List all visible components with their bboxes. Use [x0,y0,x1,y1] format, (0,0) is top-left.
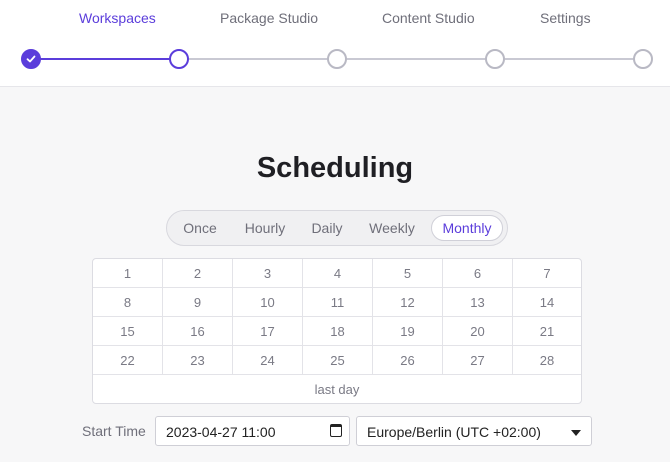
step-5[interactable] [633,49,653,69]
tab-package-studio[interactable]: Package Studio [220,10,318,26]
last-day-option[interactable]: last day [93,375,581,404]
timezone-select[interactable]: Europe/Berlin (UTC +02:00) [356,416,592,446]
step-2-current[interactable] [169,49,189,69]
day-cell[interactable]: 25 [303,346,373,375]
month-day-grid: 1 2 3 4 5 6 7 8 9 10 11 12 13 14 15 16 1… [92,258,582,404]
tab-content-studio[interactable]: Content Studio [382,10,475,26]
day-cell[interactable]: 9 [163,288,233,317]
frequency-selector: Once Hourly Daily Weekly Monthly [166,210,508,246]
day-cell[interactable]: 20 [443,317,513,346]
page-title: Scheduling [256,152,414,184]
step-3[interactable] [327,49,347,69]
start-time-input[interactable]: 2023-04-27 11:00 [155,416,350,446]
tab-settings[interactable]: Settings [540,10,591,26]
step-4[interactable] [485,49,505,69]
chevron-down-icon [571,430,581,436]
top-navigation: Workspaces Package Studio Content Studio… [0,0,670,87]
stepper-line [504,58,634,60]
frequency-weekly[interactable]: Weekly [359,215,425,241]
frequency-hourly[interactable]: Hourly [235,215,295,241]
stepper-line [188,58,328,60]
day-cell[interactable]: 3 [233,259,303,288]
day-cell[interactable]: 17 [233,317,303,346]
day-cell[interactable]: 2 [163,259,233,288]
day-cell[interactable]: 24 [233,346,303,375]
day-cell[interactable]: 23 [163,346,233,375]
day-cell[interactable]: 19 [373,317,443,346]
start-time-label: Start Time [82,423,146,439]
day-cell[interactable]: 21 [513,317,581,346]
day-cell[interactable]: 16 [163,317,233,346]
check-icon [26,55,36,63]
progress-stepper [0,48,670,70]
frequency-monthly[interactable]: Monthly [431,215,503,241]
calendar-icon[interactable] [330,424,342,437]
step-1-complete[interactable] [21,49,41,69]
day-cell[interactable]: 27 [443,346,513,375]
start-time-value: 2023-04-27 11:00 [166,424,276,440]
day-cell[interactable]: 10 [233,288,303,317]
frequency-daily[interactable]: Daily [303,215,351,241]
day-cell[interactable]: 13 [443,288,513,317]
day-cell[interactable]: 5 [373,259,443,288]
day-cell[interactable]: 28 [513,346,581,375]
tab-workspaces[interactable]: Workspaces [79,10,156,26]
day-cell[interactable]: 22 [93,346,163,375]
day-cell[interactable]: 18 [303,317,373,346]
stepper-line-complete [40,58,170,60]
day-cell[interactable]: 6 [443,259,513,288]
stepper-line [346,58,486,60]
timezone-value: Europe/Berlin (UTC +02:00) [367,424,541,440]
day-cell[interactable]: 15 [93,317,163,346]
day-cell[interactable]: 1 [93,259,163,288]
frequency-once[interactable]: Once [173,215,227,241]
day-cell[interactable]: 12 [373,288,443,317]
day-cell[interactable]: 14 [513,288,581,317]
day-cell[interactable]: 7 [513,259,581,288]
day-cell[interactable]: 8 [93,288,163,317]
day-cell[interactable]: 11 [303,288,373,317]
day-cell[interactable]: 4 [303,259,373,288]
day-cell[interactable]: 26 [373,346,443,375]
